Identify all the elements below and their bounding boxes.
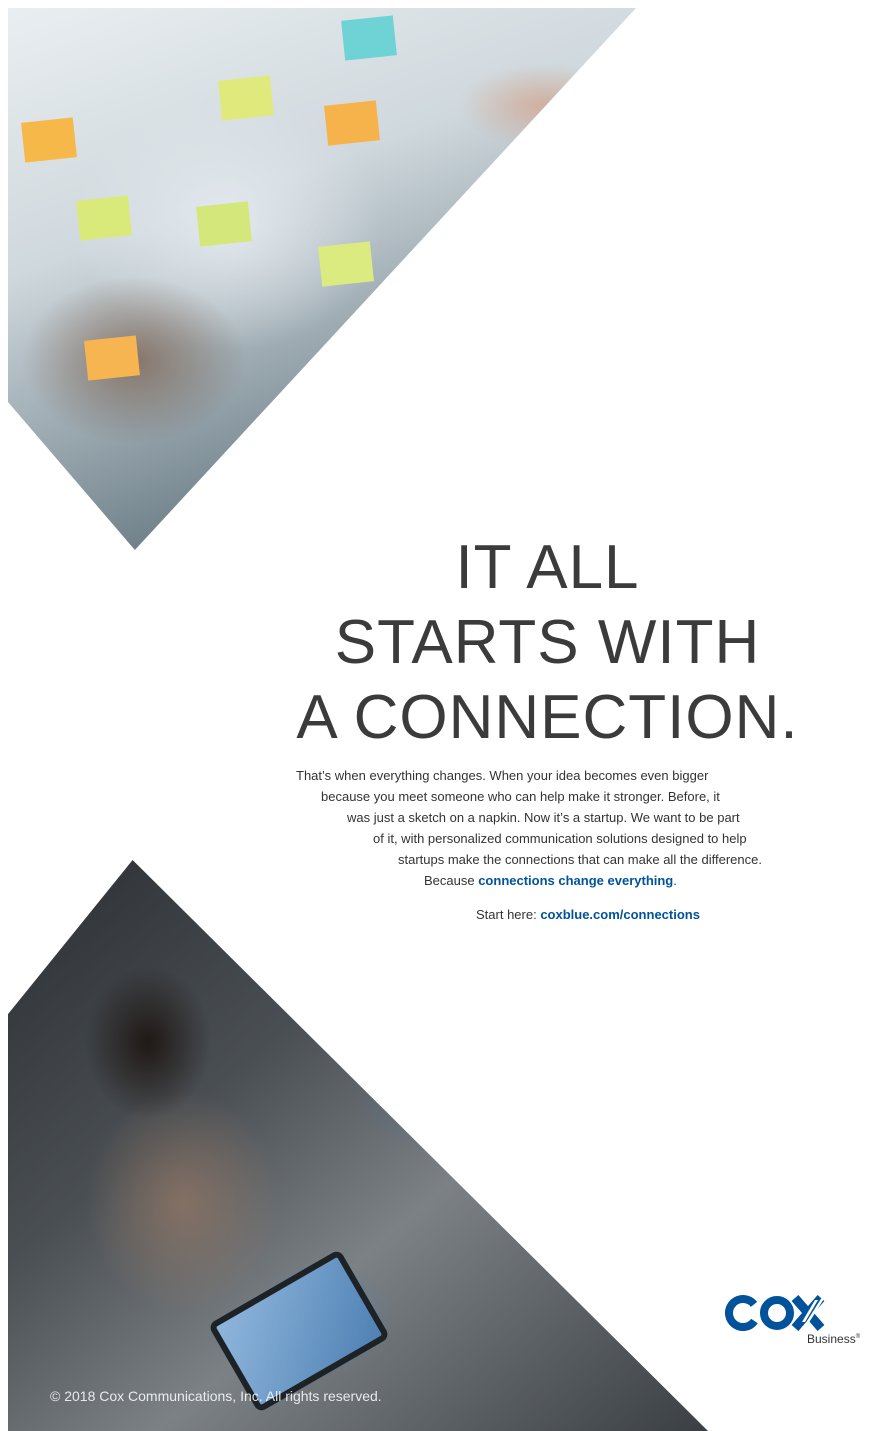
sticky-note — [341, 15, 397, 61]
call-to-action: Start here: coxblue.com/connections — [476, 907, 700, 922]
body-line-3: was just a sketch on a napkin. Now it’s … — [347, 810, 740, 825]
tagline-link: connections change everything — [478, 873, 674, 888]
registered-mark: ® — [855, 1334, 861, 1340]
body-line-4: of it, with personalized communication s… — [373, 831, 747, 846]
sticky-note — [318, 241, 374, 287]
sticky-note — [84, 335, 140, 381]
copyright-notice: © 2018 Cox Communications, Inc. All righ… — [50, 1388, 382, 1404]
woman-with-tablet-photo — [8, 860, 708, 1431]
body-line-1: That’s when everything changes. When you… — [296, 768, 709, 783]
body-line-6-suffix: . — [673, 873, 677, 888]
body-line-5: startups make the connections that can m… — [398, 852, 762, 867]
sticky-note — [324, 100, 380, 146]
cox-wordmark-graphic — [725, 1294, 827, 1332]
headline-line-1: IT ALL — [455, 533, 640, 602]
body-line-6-prefix: Because — [424, 873, 479, 888]
cta-url-link[interactable]: coxblue.com/connections — [540, 907, 700, 922]
logo-subtitle: Business® — [807, 1332, 860, 1346]
headline: IT ALL STARTS WITH A CONNECTION. — [280, 530, 815, 755]
logo-subtitle-text: Business — [807, 1332, 856, 1346]
body-line-6: Because connections change everything. — [424, 870, 677, 891]
advertisement-page: IT ALL STARTS WITH A CONNECTION. That’s … — [0, 0, 893, 1431]
headline-line-3: A CONNECTION. — [296, 683, 799, 752]
cox-business-logo: Business® — [725, 1292, 875, 1357]
sticky-note — [76, 195, 132, 241]
sticky-note — [196, 201, 252, 247]
sticky-note — [218, 75, 274, 121]
sticky-note — [21, 117, 77, 163]
cta-prefix: Start here: — [476, 907, 541, 922]
team-brainstorm-photo — [8, 8, 636, 550]
body-line-2: because you meet someone who can help ma… — [321, 789, 720, 804]
headline-line-2: STARTS WITH — [334, 608, 761, 677]
